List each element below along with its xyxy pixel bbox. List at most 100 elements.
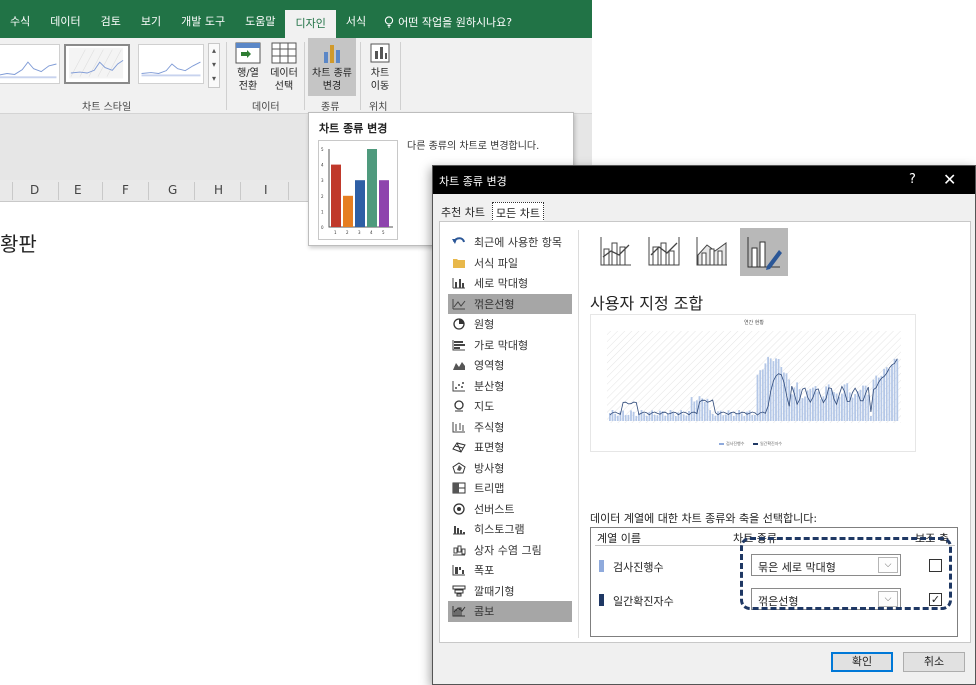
- custom-combo-pencil-icon: [747, 237, 782, 270]
- chart-type-templates[interactable]: 서식 파일: [448, 253, 572, 274]
- preview-bar: [870, 415, 872, 421]
- chart-type-radar[interactable]: 방사형: [448, 458, 572, 479]
- sample-x-tick: 1: [334, 230, 337, 235]
- chart-type-map[interactable]: 지도: [448, 396, 572, 417]
- chart-style-thumb-2[interactable]: [64, 44, 130, 84]
- stock-chart-icon: [452, 421, 465, 433]
- preview-bar: [846, 383, 849, 421]
- preview-bar: [714, 415, 717, 421]
- tab-developer[interactable]: 개발 도구: [171, 0, 235, 38]
- sample-bar: [331, 164, 341, 227]
- preview-bar: [624, 415, 627, 421]
- chart-type-label: 서식 파일: [474, 256, 518, 270]
- subtype-column-line-secondary[interactable]: [644, 230, 684, 272]
- tab-help[interactable]: 도움말: [235, 0, 285, 38]
- box-whisker-icon: [453, 545, 466, 556]
- tab-format[interactable]: 서식: [336, 0, 376, 38]
- preview-bar: [703, 402, 706, 421]
- preview-bar: [817, 391, 820, 421]
- chart-type-bar[interactable]: 가로 막대형: [448, 335, 572, 356]
- panel-separator: [578, 230, 579, 638]
- chart-type-recent[interactable]: 최근에 사용한 항목: [448, 232, 572, 253]
- chart-type-scatter[interactable]: 분산형: [448, 376, 572, 397]
- preview-bar: [848, 392, 851, 421]
- chart-type-waterfall[interactable]: 폭포: [448, 560, 572, 581]
- tab-review[interactable]: 검토: [91, 0, 131, 38]
- chart-style-thumb-1[interactable]: [0, 44, 60, 84]
- chart-type-sunburst[interactable]: 선버스트: [448, 499, 572, 520]
- preview-bar: [777, 359, 780, 421]
- preview-bar: [725, 414, 727, 421]
- chart-type-combo[interactable]: 콤보: [448, 601, 572, 622]
- chart-type-stock[interactable]: 주식형: [448, 417, 572, 438]
- preview-bar: [735, 413, 738, 421]
- chart-type-area[interactable]: 영역형: [448, 355, 572, 376]
- preview-bar: [738, 410, 740, 421]
- preview-bar: [645, 415, 648, 421]
- preview-bar: [701, 398, 704, 421]
- preview-bar: [809, 388, 812, 421]
- preview-bar: [693, 401, 696, 421]
- chart-type-line[interactable]: 꺾은선형: [448, 293, 572, 314]
- preview-bar: [761, 369, 764, 421]
- dialog-title-bar: 차트 종류 변경 ? ✕: [433, 166, 975, 194]
- subtype-clustered-column-line[interactable]: [596, 230, 636, 272]
- preview-bar: [727, 410, 730, 421]
- column-header-d[interactable]: D: [30, 183, 39, 197]
- column-header-e[interactable]: E: [74, 183, 82, 197]
- preview-bar: [651, 410, 653, 421]
- preview-chart-title: 연간 현황: [744, 319, 764, 326]
- chart-type-pie[interactable]: 원형: [448, 314, 572, 335]
- tell-me-box[interactable]: 어떤 작업을 원하시나요?: [384, 14, 512, 30]
- sample-bar: [355, 180, 365, 227]
- column-header-f[interactable]: F: [122, 183, 129, 197]
- cell-text[interactable]: 황판: [0, 228, 37, 257]
- preview-bar: [616, 415, 619, 421]
- tab-design[interactable]: 디자인: [285, 10, 336, 38]
- preview-bar: [822, 396, 825, 421]
- column-header-i[interactable]: I: [264, 183, 268, 197]
- chart-type-label: 세로 막대형: [474, 277, 529, 291]
- subtype-area-column[interactable]: [692, 230, 732, 272]
- cancel-button[interactable]: 취소: [903, 652, 965, 672]
- chart-type-box-whisker[interactable]: 상자 수염 그림: [448, 540, 572, 561]
- tab-formulas[interactable]: 수식: [0, 0, 40, 38]
- move-chart-button[interactable]: 차트 이동: [364, 42, 396, 93]
- ribbon-separator: [226, 42, 227, 110]
- series-color-swatch: [599, 560, 604, 572]
- select-data-button[interactable]: 데이터 선택: [267, 42, 301, 93]
- chart-type-surface[interactable]: 표면형: [448, 437, 572, 458]
- subtype-custom-combo[interactable]: [740, 228, 788, 276]
- tab-view[interactable]: 보기: [131, 0, 171, 38]
- sample-x-tick: 2: [346, 230, 349, 235]
- move-chart-label-2: 이동: [370, 81, 390, 92]
- chart-style-thumb-3[interactable]: [138, 44, 204, 84]
- preview-bar: [804, 396, 806, 421]
- gallery-scrollbar[interactable]: ▴ ▾ ▾: [208, 43, 220, 88]
- help-button[interactable]: ?: [909, 172, 916, 187]
- lightbulb-icon: [384, 16, 394, 28]
- column-header-h[interactable]: H: [214, 183, 223, 197]
- preview-bar: [812, 387, 814, 421]
- column-divider: [288, 182, 289, 200]
- close-button[interactable]: ✕: [943, 170, 956, 189]
- sample-y-tick: 0: [321, 225, 324, 230]
- chart-style-preview-3: [141, 61, 201, 77]
- preview-bar: [896, 359, 899, 421]
- preview-bar: [732, 415, 735, 421]
- preview-bar: [754, 415, 756, 421]
- tab-data[interactable]: 데이터: [40, 0, 90, 38]
- switch-row-column-button[interactable]: 행/열 전환: [231, 42, 265, 93]
- ribbon-design: ▴ ▾ ▾ 차트 스타일 행/열 전환 데이터 선택 데이터 차트 종류 변경 종류…: [0, 38, 592, 114]
- preview-bar: [614, 413, 617, 421]
- preview-bar: [711, 414, 714, 421]
- chart-type-funnel[interactable]: 깔때기형: [448, 581, 572, 602]
- chart-type-column[interactable]: 세로 막대형: [448, 273, 572, 294]
- preview-bar: [875, 375, 878, 421]
- change-chart-type-button[interactable]: 차트 종류 변경: [308, 38, 356, 96]
- chart-type-treemap[interactable]: 트리맵: [448, 478, 572, 499]
- ok-button[interactable]: 확인: [831, 652, 893, 672]
- chart-type-histogram[interactable]: 히스토그램: [448, 519, 572, 540]
- chart-type-label: 표면형: [474, 441, 505, 455]
- column-header-g[interactable]: G: [168, 183, 177, 197]
